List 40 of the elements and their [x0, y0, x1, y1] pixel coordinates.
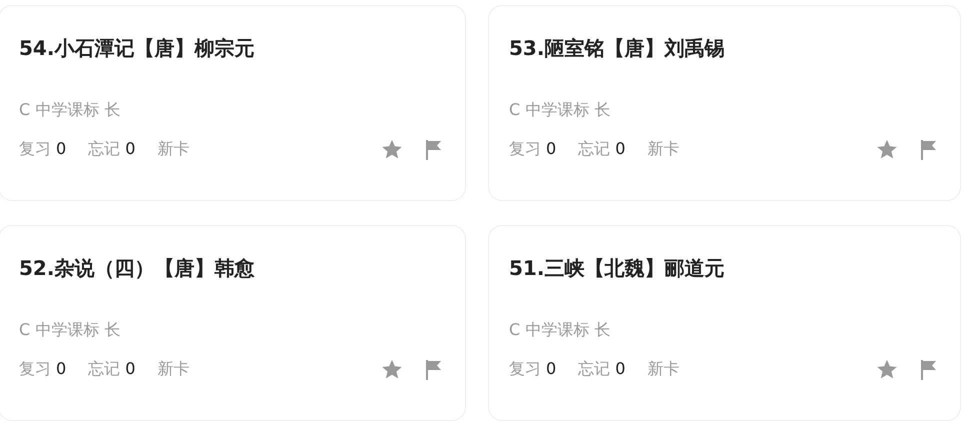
flag-icon[interactable] — [425, 360, 442, 380]
card-title: 53.陋室铭【唐】刘禹锡 — [509, 36, 726, 60]
card[interactable]: 53.陋室铭【唐】刘禹锡 C 中学课标 长 复习 0 忘记 0 新卡 — [488, 5, 961, 201]
stat-label: 忘记 — [88, 359, 120, 378]
card-tags: C 中学课标 长 — [509, 100, 940, 120]
stat-count: 0 — [56, 139, 66, 158]
star-icon[interactable] — [381, 359, 403, 380]
card[interactable]: 54.小石潭记【唐】柳宗元 C 中学课标 长 复习 0 忘记 0 新卡 — [0, 5, 466, 201]
stat-count: 0 — [615, 139, 626, 158]
stat-label: 忘记 — [88, 139, 120, 158]
star-icon[interactable] — [876, 359, 898, 380]
stat-count: 0 — [56, 359, 66, 378]
stat-label: 忘记 — [578, 139, 610, 158]
card-title: 52.杂说（四）【唐】韩愈 — [19, 256, 256, 280]
card-tags: C 中学课标 长 — [509, 320, 940, 340]
stat-label: 新卡 — [647, 359, 680, 378]
star-icon[interactable] — [381, 139, 403, 160]
card-tags: C 中学课标 长 — [19, 320, 445, 340]
star-icon[interactable] — [876, 139, 898, 160]
card-tags: C 中学课标 长 — [19, 100, 445, 120]
stat-label: 复习 — [509, 139, 541, 158]
stat-label: 复习 — [19, 359, 51, 378]
flag-icon[interactable] — [425, 140, 442, 160]
stat-count: 0 — [546, 139, 556, 158]
stat-label: 复习 — [19, 139, 51, 158]
flag-icon[interactable] — [920, 360, 937, 380]
stat-count: 0 — [615, 359, 626, 378]
stat-label: 新卡 — [647, 139, 680, 158]
card-title: 51.三峡【北魏】郦道元 — [509, 256, 726, 280]
card[interactable]: 51.三峡【北魏】郦道元 C 中学课标 长 复习 0 忘记 0 新卡 — [488, 225, 961, 421]
stat-count: 0 — [546, 359, 556, 378]
stat-label: 复习 — [509, 359, 541, 378]
stat-label: 新卡 — [157, 359, 190, 378]
stat-label: 新卡 — [157, 139, 190, 158]
stat-count: 0 — [125, 139, 136, 158]
card-title: 54.小石潭记【唐】柳宗元 — [19, 36, 256, 60]
stat-label: 忘记 — [578, 359, 610, 378]
card[interactable]: 52.杂说（四）【唐】韩愈 C 中学课标 长 复习 0 忘记 0 新卡 — [0, 225, 466, 421]
stat-count: 0 — [125, 359, 136, 378]
flag-icon[interactable] — [920, 140, 937, 160]
